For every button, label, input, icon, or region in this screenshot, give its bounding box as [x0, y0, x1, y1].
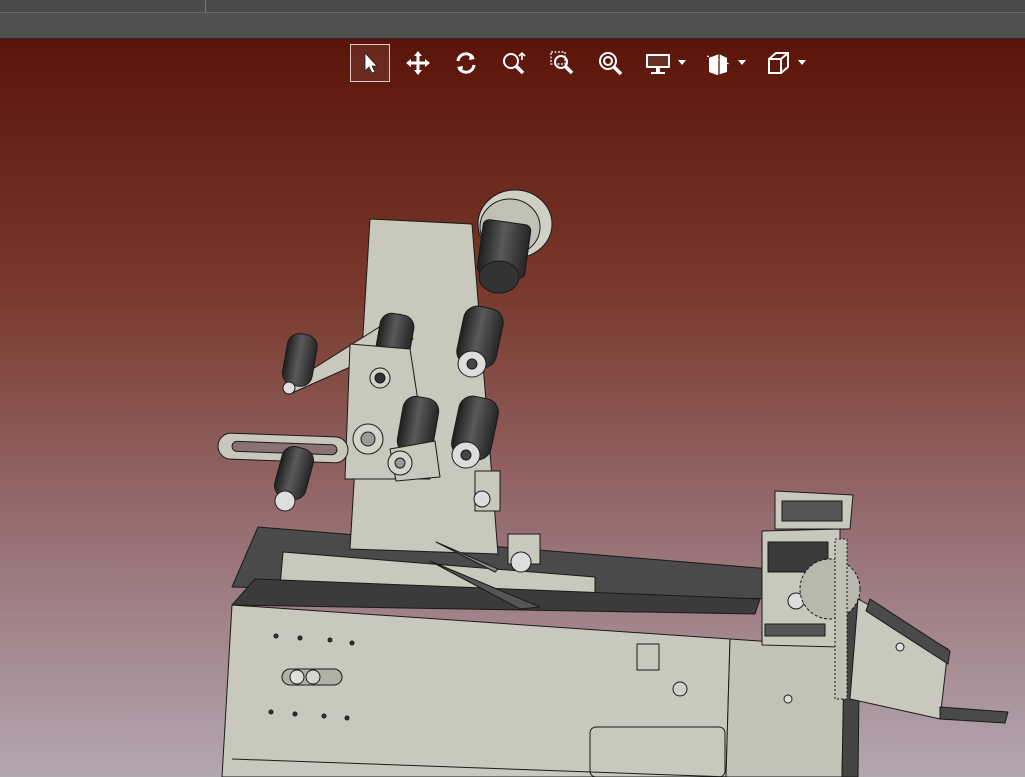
- zoom-window-icon: [550, 51, 574, 75]
- base-hole: [321, 713, 327, 719]
- base-right-panel: [725, 638, 846, 777]
- slot-pin: [305, 669, 321, 685]
- base-hole: [292, 711, 298, 717]
- move-arrows-icon: [406, 51, 430, 75]
- chevron-down-icon: [738, 60, 746, 65]
- base-hole: [297, 635, 303, 641]
- top-spool-end: [478, 260, 520, 294]
- output-chute: [849, 598, 949, 720]
- display-style-button[interactable]: [638, 44, 678, 82]
- view-orientation-button[interactable]: [758, 44, 798, 82]
- zoom-icon: [599, 52, 623, 76]
- pan-button[interactable]: [398, 44, 438, 82]
- base-hole: [268, 709, 274, 715]
- base-bracket: [636, 643, 660, 671]
- lower-right-roller-core: [460, 449, 472, 461]
- cutter-wheel: [510, 551, 532, 573]
- title-bar-divider: [205, 0, 206, 12]
- view-toolbar: [350, 43, 818, 83]
- gear-rack: [834, 538, 848, 700]
- lower-hub-inner: [394, 457, 406, 469]
- drive-gear: [799, 558, 861, 620]
- chevron-down-icon: [678, 60, 686, 65]
- view-cube-icon: [768, 52, 789, 74]
- base-hole: [349, 640, 355, 646]
- gearbox-slot: [764, 623, 826, 637]
- bracket-hub-inner: [360, 431, 376, 447]
- output-tray: [939, 706, 1009, 724]
- gearbox-window: [781, 500, 843, 522]
- rotate-icon: [456, 52, 476, 74]
- monitor-icon: [646, 54, 670, 74]
- select-button[interactable]: [350, 44, 390, 82]
- machine-3d-model[interactable]: [0, 39, 1025, 777]
- small-guide-wheel: [473, 490, 491, 508]
- base-hole: [273, 633, 279, 639]
- chute-hole: [895, 642, 905, 652]
- zoom-window-button[interactable]: [542, 44, 582, 82]
- base-port: [672, 681, 688, 697]
- slot-pin: [289, 669, 305, 685]
- rotate-button[interactable]: [446, 44, 486, 82]
- bracket-bolt-inner: [374, 372, 386, 384]
- zoom-fit-button[interactable]: [494, 44, 534, 82]
- zoom-fit-icon: [503, 51, 526, 75]
- arm-pivot: [282, 381, 296, 395]
- base-hole: [344, 715, 350, 721]
- base-hole: [327, 637, 333, 643]
- pointer-arrow-icon: [364, 51, 378, 74]
- base-door: [589, 726, 726, 777]
- command-bar: [0, 13, 1025, 39]
- cad-3d-viewport[interactable]: [0, 39, 1025, 777]
- chevron-down-icon: [798, 60, 806, 65]
- section-view-icon: [706, 54, 730, 75]
- guide-roller-end: [274, 490, 296, 512]
- middle-right-roller-core: [466, 358, 478, 370]
- section-view-button[interactable]: [698, 44, 738, 82]
- app-title-bar: [0, 0, 1025, 13]
- zoom-button[interactable]: [590, 44, 630, 82]
- base-screw: [783, 694, 793, 704]
